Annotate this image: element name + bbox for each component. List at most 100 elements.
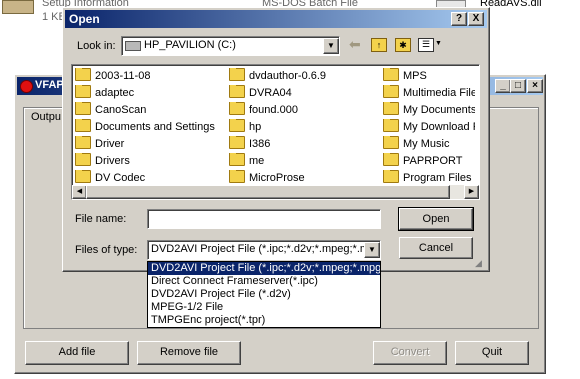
horizontal-scrollbar[interactable]: ◀ ▶ xyxy=(72,185,479,199)
main-window-title: VFAP xyxy=(35,79,64,91)
setup-file-icon xyxy=(2,0,34,14)
output-panel-label: Outpu xyxy=(31,111,61,123)
view-menu-chevron-icon[interactable]: ▼ xyxy=(435,40,442,47)
folder-icon xyxy=(75,102,91,115)
look-in-combo[interactable]: HP_PAVILION (C:) ▼ xyxy=(121,36,340,56)
maximize-button[interactable]: □ xyxy=(510,79,526,93)
file-name-label: File name: xyxy=(75,213,127,225)
folder-item[interactable]: hp xyxy=(229,119,377,135)
file-name-input[interactable] xyxy=(147,209,381,229)
cancel-button[interactable]: Cancel xyxy=(399,237,473,259)
folder-label: MPS xyxy=(403,70,427,82)
folder-icon xyxy=(75,136,91,149)
chevron-down-icon[interactable]: ▼ xyxy=(323,38,339,54)
scroll-thumb[interactable] xyxy=(86,185,450,199)
files-of-type-dropdown[interactable]: DVD2AVI Project File (*.ipc;*.d2v;*.mpeg… xyxy=(147,261,381,328)
folder-item[interactable]: CanoScan xyxy=(75,102,223,118)
app-icon xyxy=(20,80,33,93)
minimize-button[interactable]: _ xyxy=(495,79,511,93)
folder-label: DVRA04 xyxy=(249,87,292,99)
files-of-type-combo[interactable]: DVD2AVI Project File (*.ipc;*.d2v;*.mpeg… xyxy=(147,240,381,260)
folder-icon xyxy=(75,153,91,166)
folder-icon xyxy=(383,102,399,115)
folder-label: MicroProse xyxy=(249,172,305,184)
folder-label: 2003-11-08 xyxy=(95,70,151,82)
folder-label: PAPRPORT xyxy=(403,155,463,167)
folder-item[interactable]: 2003-11-08 xyxy=(75,68,223,84)
back-arrow-icon[interactable]: ⬅ xyxy=(349,36,361,53)
remove-file-button[interactable]: Remove file xyxy=(137,341,241,365)
folder-item[interactable]: Driver xyxy=(75,136,223,152)
main-close-button[interactable]: × xyxy=(527,79,543,93)
drive-icon xyxy=(125,41,141,51)
type-option[interactable]: DVD2AVI Project File (*.ipc;*.d2v;*.mpeg… xyxy=(148,262,380,275)
open-button[interactable]: Open xyxy=(398,207,474,231)
type-option[interactable]: TMPGEnc project(*.tpr) xyxy=(148,314,380,327)
folder-icon xyxy=(229,68,245,81)
new-folder-icon[interactable]: ✱ xyxy=(395,38,411,52)
folder-label: I386 xyxy=(249,138,271,150)
folder-label: Driver xyxy=(95,138,125,150)
folder-item[interactable]: Multimedia Files xyxy=(383,85,475,101)
resize-grip-icon[interactable]: ◢ xyxy=(475,258,482,269)
files-of-type-chevron-icon[interactable]: ▼ xyxy=(364,242,380,258)
folder-icon xyxy=(383,170,399,183)
file-list[interactable]: 2003-11-08 adaptec CanoScan Documents and S… xyxy=(71,64,480,200)
type-option[interactable]: DVD2AVI Project File (*.d2v) xyxy=(148,288,380,301)
add-file-button[interactable]: Add file xyxy=(25,341,129,365)
folder-icon xyxy=(383,136,399,149)
folder-label: My Music xyxy=(403,138,450,150)
folder-icon xyxy=(229,153,245,166)
type-option[interactable]: MPEG-1/2 File xyxy=(148,301,380,314)
folder-icon xyxy=(229,170,245,183)
folder-label: found.000 xyxy=(249,104,298,116)
folder-label: Program Files xyxy=(403,172,472,184)
scroll-left-button[interactable]: ◀ xyxy=(72,185,87,199)
folder-item[interactable]: Documents and Settings xyxy=(75,119,223,135)
folder-item[interactable]: found.000 xyxy=(229,102,377,118)
open-dialog: Open ? X Look in: HP_PAVILION (C:) ▼ ⬅ ↑… xyxy=(62,7,490,272)
folder-item[interactable]: DVRA04 xyxy=(229,85,377,101)
folder-icon xyxy=(75,85,91,98)
folder-icon xyxy=(229,102,245,115)
help-button[interactable]: ? xyxy=(451,12,467,26)
folder-icon xyxy=(229,85,245,98)
dialog-close-button[interactable]: X xyxy=(468,12,484,26)
look-in-label: Look in: xyxy=(77,40,116,52)
folder-icon xyxy=(75,68,91,81)
folder-item[interactable]: Drivers xyxy=(75,153,223,169)
folder-label: me xyxy=(249,155,265,167)
folder-label: hp xyxy=(249,121,262,133)
look-in-value: HP_PAVILION (C:) xyxy=(144,39,236,51)
folder-icon xyxy=(383,119,399,132)
folder-label: CanoScan xyxy=(95,104,147,116)
folder-icon xyxy=(229,136,245,149)
folder-label: adaptec xyxy=(95,87,135,99)
folder-item[interactable]: dvdauthor-0.6.9 xyxy=(229,68,377,84)
convert-button[interactable]: Convert xyxy=(373,341,447,365)
folder-icon xyxy=(229,119,245,132)
folder-label: Documents and Settings xyxy=(95,121,215,133)
folder-label: Drivers xyxy=(95,155,130,167)
folder-icon xyxy=(383,153,399,166)
folder-icon xyxy=(75,119,91,132)
folder-label: My Download Fi xyxy=(403,121,475,133)
view-menu-icon[interactable]: ☰ xyxy=(418,38,434,52)
folder-icon xyxy=(383,68,399,81)
folder-item[interactable]: Program Files xyxy=(383,170,475,186)
folder-item[interactable]: MicroProse xyxy=(229,170,377,186)
folder-item[interactable]: DV Codec xyxy=(75,170,223,186)
scroll-right-button[interactable]: ▶ xyxy=(464,185,479,199)
folder-item[interactable]: me xyxy=(229,153,377,169)
folder-item[interactable]: My Download Fi xyxy=(383,119,475,135)
folder-label: My Documents xyxy=(403,104,475,116)
folder-item[interactable]: PAPRPORT xyxy=(383,153,475,169)
folder-item[interactable]: My Documents xyxy=(383,102,475,118)
quit-button[interactable]: Quit xyxy=(455,341,529,365)
folder-item[interactable]: MPS xyxy=(383,68,475,84)
folder-item[interactable]: I386 xyxy=(229,136,377,152)
type-option[interactable]: Direct Connect Frameserver(*.ipc) xyxy=(148,275,380,288)
folder-item[interactable]: My Music xyxy=(383,136,475,152)
folder-item[interactable]: adaptec xyxy=(75,85,223,101)
up-folder-icon[interactable]: ↑ xyxy=(371,38,387,52)
